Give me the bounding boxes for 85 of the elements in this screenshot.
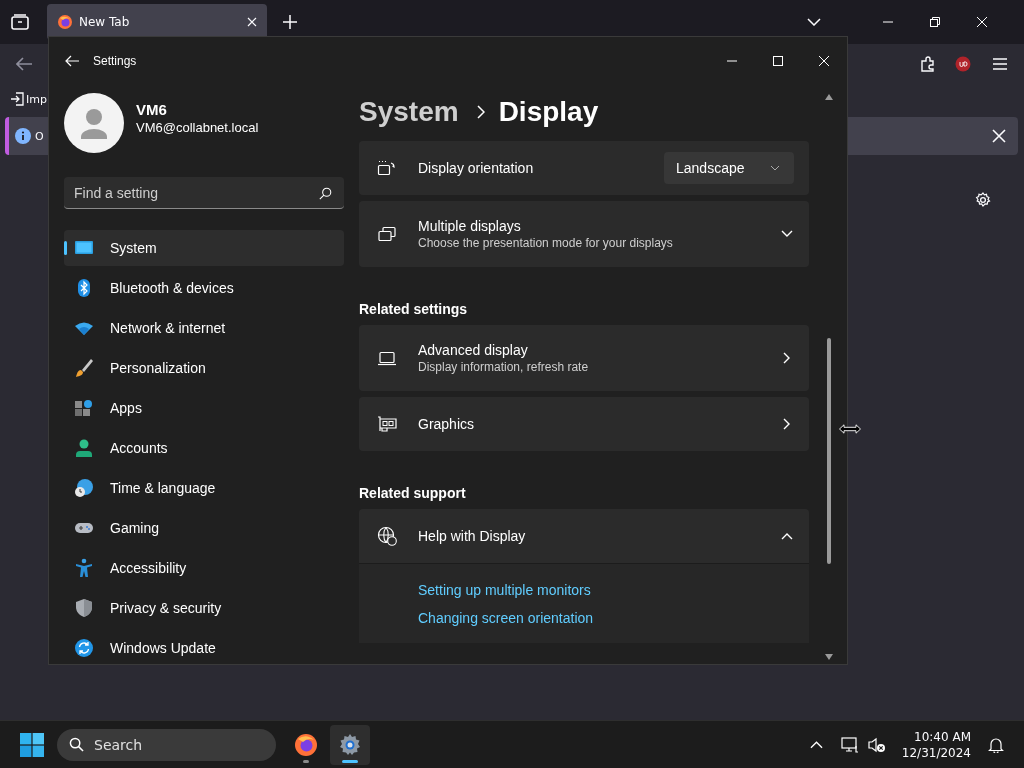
tab-title: New Tab: [79, 15, 131, 29]
settings-card[interactable]: Advanced display Display information, refresh rate: [359, 325, 809, 391]
chevron-down-icon: [770, 165, 780, 171]
user-email: VM6@collabnet.local: [136, 120, 259, 135]
settings-card[interactable]: Graphics: [359, 397, 809, 451]
settings-card[interactable]: Display orientation Landscape: [359, 141, 809, 195]
clock[interactable]: 10:40 AM 12/31/2024: [901, 728, 971, 761]
import-icon[interactable]: [10, 92, 24, 106]
clock-date: 12/31/2024: [901, 744, 971, 761]
close-icon[interactable]: [819, 56, 829, 66]
avatar: [64, 93, 124, 153]
gear-icon: [338, 732, 362, 757]
page-title: Display: [498, 96, 599, 128]
resize-cursor-icon: [839, 424, 861, 434]
bell-icon[interactable]: [988, 736, 1004, 753]
close-icon[interactable]: [992, 129, 1006, 143]
new-tab-icon[interactable]: [283, 15, 297, 29]
nav-item[interactable]: Bluetooth & devices: [64, 270, 344, 306]
menu-icon[interactable]: [992, 57, 1008, 71]
settings-card[interactable]: Help with Display: [359, 509, 809, 563]
shield-icon: [74, 598, 94, 618]
nav-item[interactable]: Windows Update: [64, 630, 344, 664]
help-link[interactable]: Setting up multiple monitors: [418, 582, 591, 598]
setting-title: Help with Display: [418, 528, 527, 544]
globe-help-icon: [377, 526, 397, 546]
nav-item[interactable]: Gaming: [64, 510, 344, 546]
graphics-card-icon: [377, 414, 397, 434]
nav-item[interactable]: Privacy & security: [64, 590, 344, 626]
setting-title: Multiple displays: [418, 218, 522, 234]
volume-muted-icon[interactable]: [867, 736, 886, 753]
browser-logo-icon: [294, 732, 318, 757]
close-icon[interactable]: [977, 17, 987, 27]
chevron-down-icon[interactable]: [807, 18, 821, 26]
search-icon: [69, 737, 84, 752]
help-link[interactable]: Changing screen orientation: [418, 610, 594, 626]
paintbrush-icon: [74, 358, 94, 378]
apps-icon: [74, 398, 94, 418]
nav-item[interactable]: Personalization: [64, 350, 344, 386]
chevron-right-icon: [476, 105, 485, 119]
scroll-down-icon[interactable]: [825, 654, 833, 660]
taskbar-search[interactable]: Search: [57, 728, 276, 761]
extensions-icon[interactable]: [920, 56, 936, 72]
taskbar-app[interactable]: [330, 724, 370, 765]
search-icon: [319, 187, 332, 200]
window-title: Settings: [93, 54, 137, 68]
bookmark-item[interactable]: Imp: [26, 92, 47, 106]
setting-title: Graphics: [418, 416, 476, 432]
breadcrumb-parent[interactable]: System: [359, 96, 459, 128]
setting-description: Choose the presentation mode for your displays: [418, 236, 674, 250]
info-icon: [15, 128, 31, 144]
sync-icon: [74, 638, 94, 658]
setting-title: Display orientation: [418, 160, 535, 176]
accessibility-icon: [74, 558, 94, 578]
maximize-icon[interactable]: [773, 56, 783, 66]
scroll-up-icon[interactable]: [825, 94, 833, 100]
globe-clock-icon: [74, 478, 94, 498]
setting-title: Advanced display: [418, 342, 529, 358]
settings-card[interactable]: Multiple displays Choose the presentation mode for your displays: [359, 201, 809, 267]
browser-logo-icon: [57, 14, 73, 30]
nav-item[interactable]: Accessibility: [64, 550, 344, 586]
nav-item[interactable]: System: [64, 230, 344, 266]
section-heading: Related settings: [359, 301, 469, 317]
nav-item[interactable]: Apps: [64, 390, 344, 426]
search-field[interactable]: Find a setting: [64, 177, 344, 209]
clock-time: 10:40 AM: [914, 728, 971, 745]
close-icon[interactable]: [247, 17, 257, 27]
network-icon[interactable]: [840, 736, 859, 753]
chevron-up-icon[interactable]: [809, 740, 823, 749]
nav-item[interactable]: Accounts: [64, 430, 344, 466]
settings-icon[interactable]: [975, 192, 991, 208]
section-heading: Related support: [359, 485, 467, 501]
search-placeholder: Search: [94, 736, 143, 753]
restore-icon[interactable]: [930, 17, 940, 27]
nav-item[interactable]: Time & language: [64, 470, 344, 506]
orientation-dropdown[interactable]: Landscape: [664, 152, 794, 184]
nav-item[interactable]: Network & internet: [64, 310, 344, 346]
person-icon: [74, 438, 94, 458]
windows-logo-icon[interactable]: [20, 732, 44, 757]
notification-text: O: [35, 129, 44, 143]
monitors-icon: [377, 224, 397, 244]
tab-list-icon[interactable]: [11, 14, 29, 30]
orientation-icon: [377, 158, 397, 178]
user-name: VM6: [136, 101, 168, 118]
setting-description: Display information, refresh rate: [418, 360, 590, 374]
shield-extension-icon[interactable]: [955, 56, 971, 72]
